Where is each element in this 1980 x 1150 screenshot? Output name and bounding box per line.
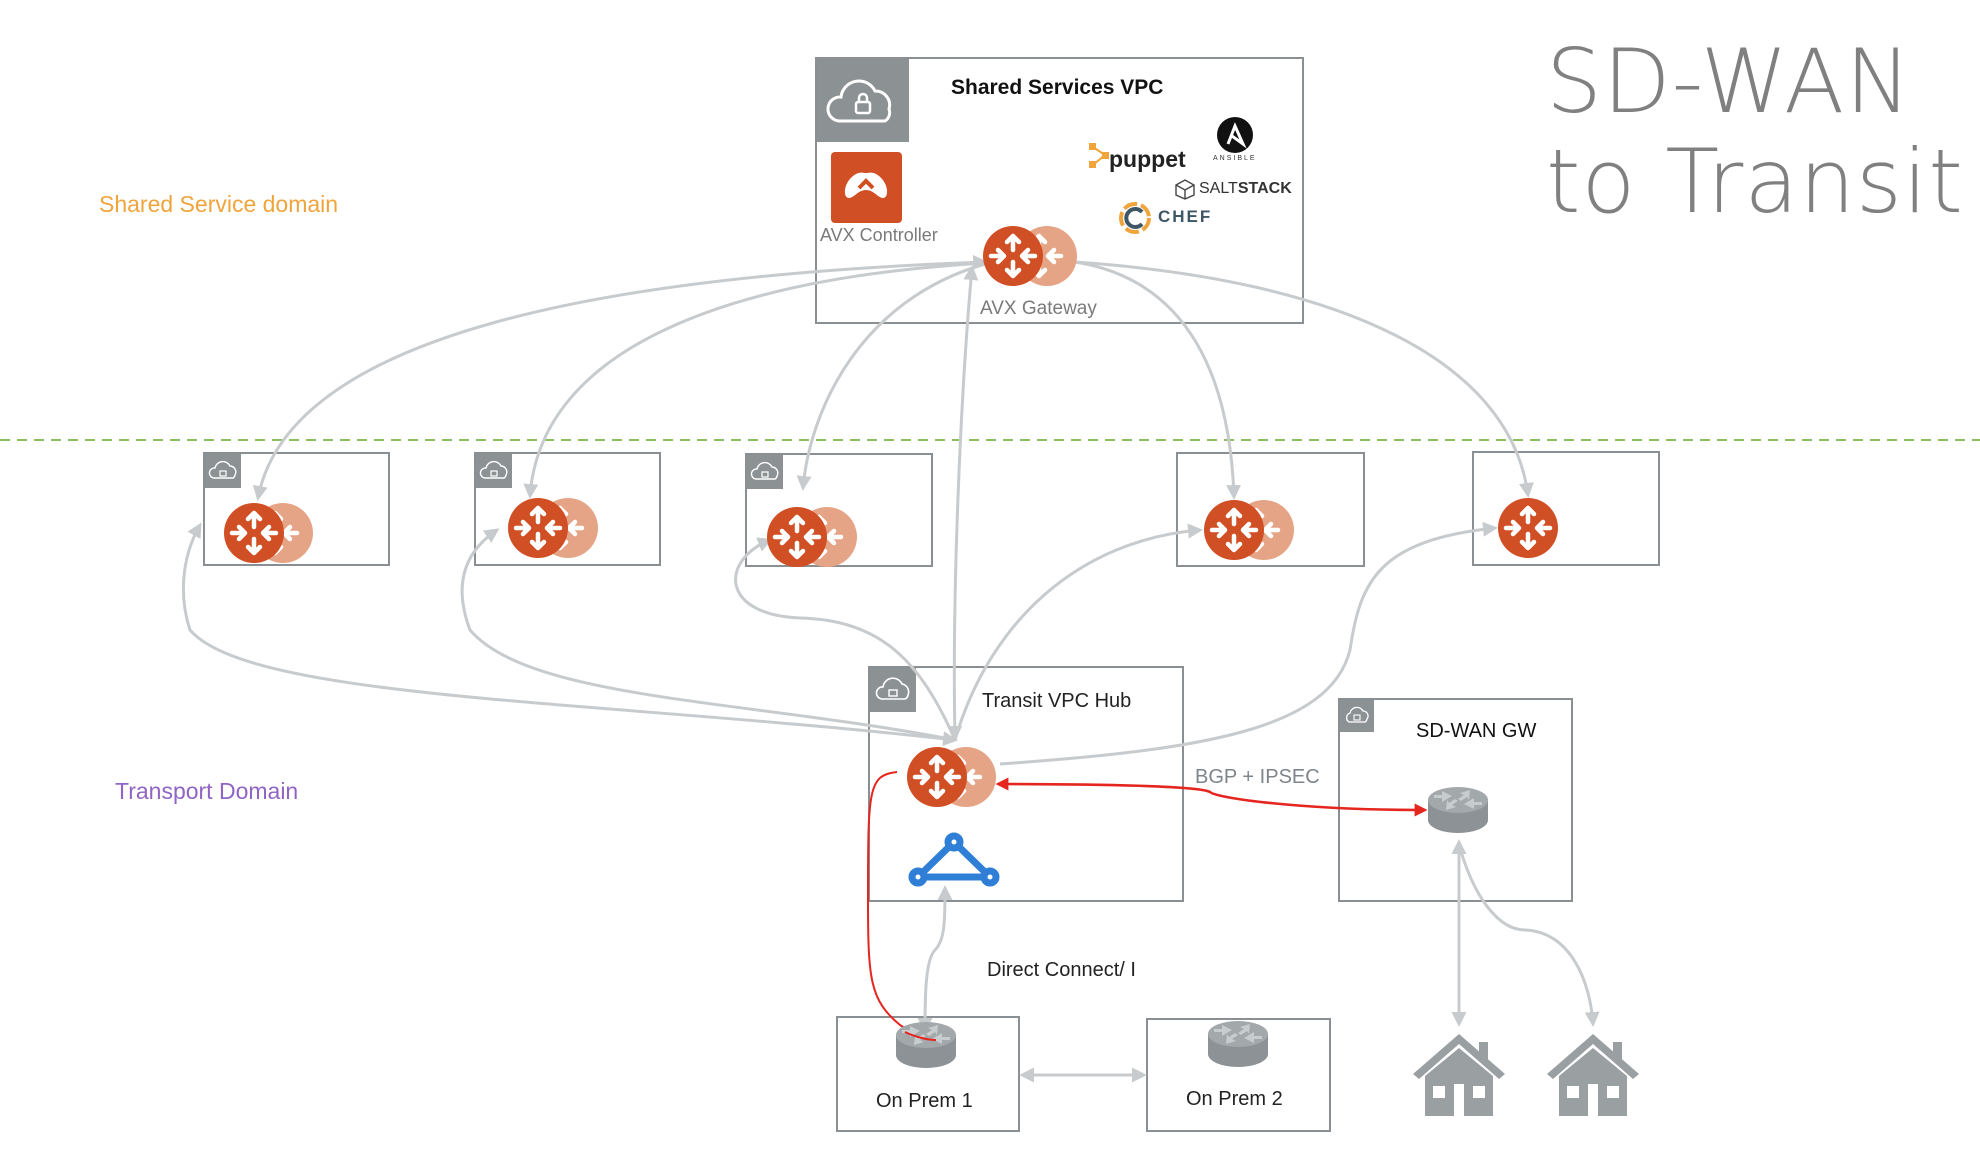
link-gw-spoke4	[1074, 260, 1242, 500]
link-transit-spoke5	[999, 521, 1498, 766]
spoke2-gateway-icon	[508, 498, 568, 558]
home-icon	[1413, 1034, 1505, 1116]
link-gw-spoke3	[796, 262, 986, 491]
link-bgp-ipsec	[995, 777, 1428, 817]
avx-gateway-shared-icon-primary	[983, 226, 1043, 286]
link-transit-spoke4	[953, 523, 1203, 741]
link-gw-spoke5	[1074, 260, 1534, 498]
connector-layer	[0, 0, 1980, 1116]
sdwan-router-icon	[1428, 787, 1488, 833]
spoke4-gateway-icon	[1204, 500, 1264, 560]
link-transit-onprem1	[917, 885, 953, 1033]
home-icon	[1547, 1034, 1639, 1116]
onprem2-router-icon	[1208, 1021, 1268, 1067]
spoke3-gateway-icon	[767, 507, 827, 567]
transit-network-icon	[908, 832, 1000, 887]
link-sdwan-house2	[1458, 847, 1600, 1027]
link-gw-spoke1	[252, 254, 988, 501]
spoke5-gateway-icon	[1498, 498, 1558, 558]
onprem1-router-icon	[896, 1022, 956, 1068]
link-gw-transit	[947, 265, 979, 741]
transit-gateway-icon	[907, 747, 967, 807]
link-transit-spoke2	[460, 528, 956, 742]
spoke1-gateway-icon	[224, 503, 284, 563]
